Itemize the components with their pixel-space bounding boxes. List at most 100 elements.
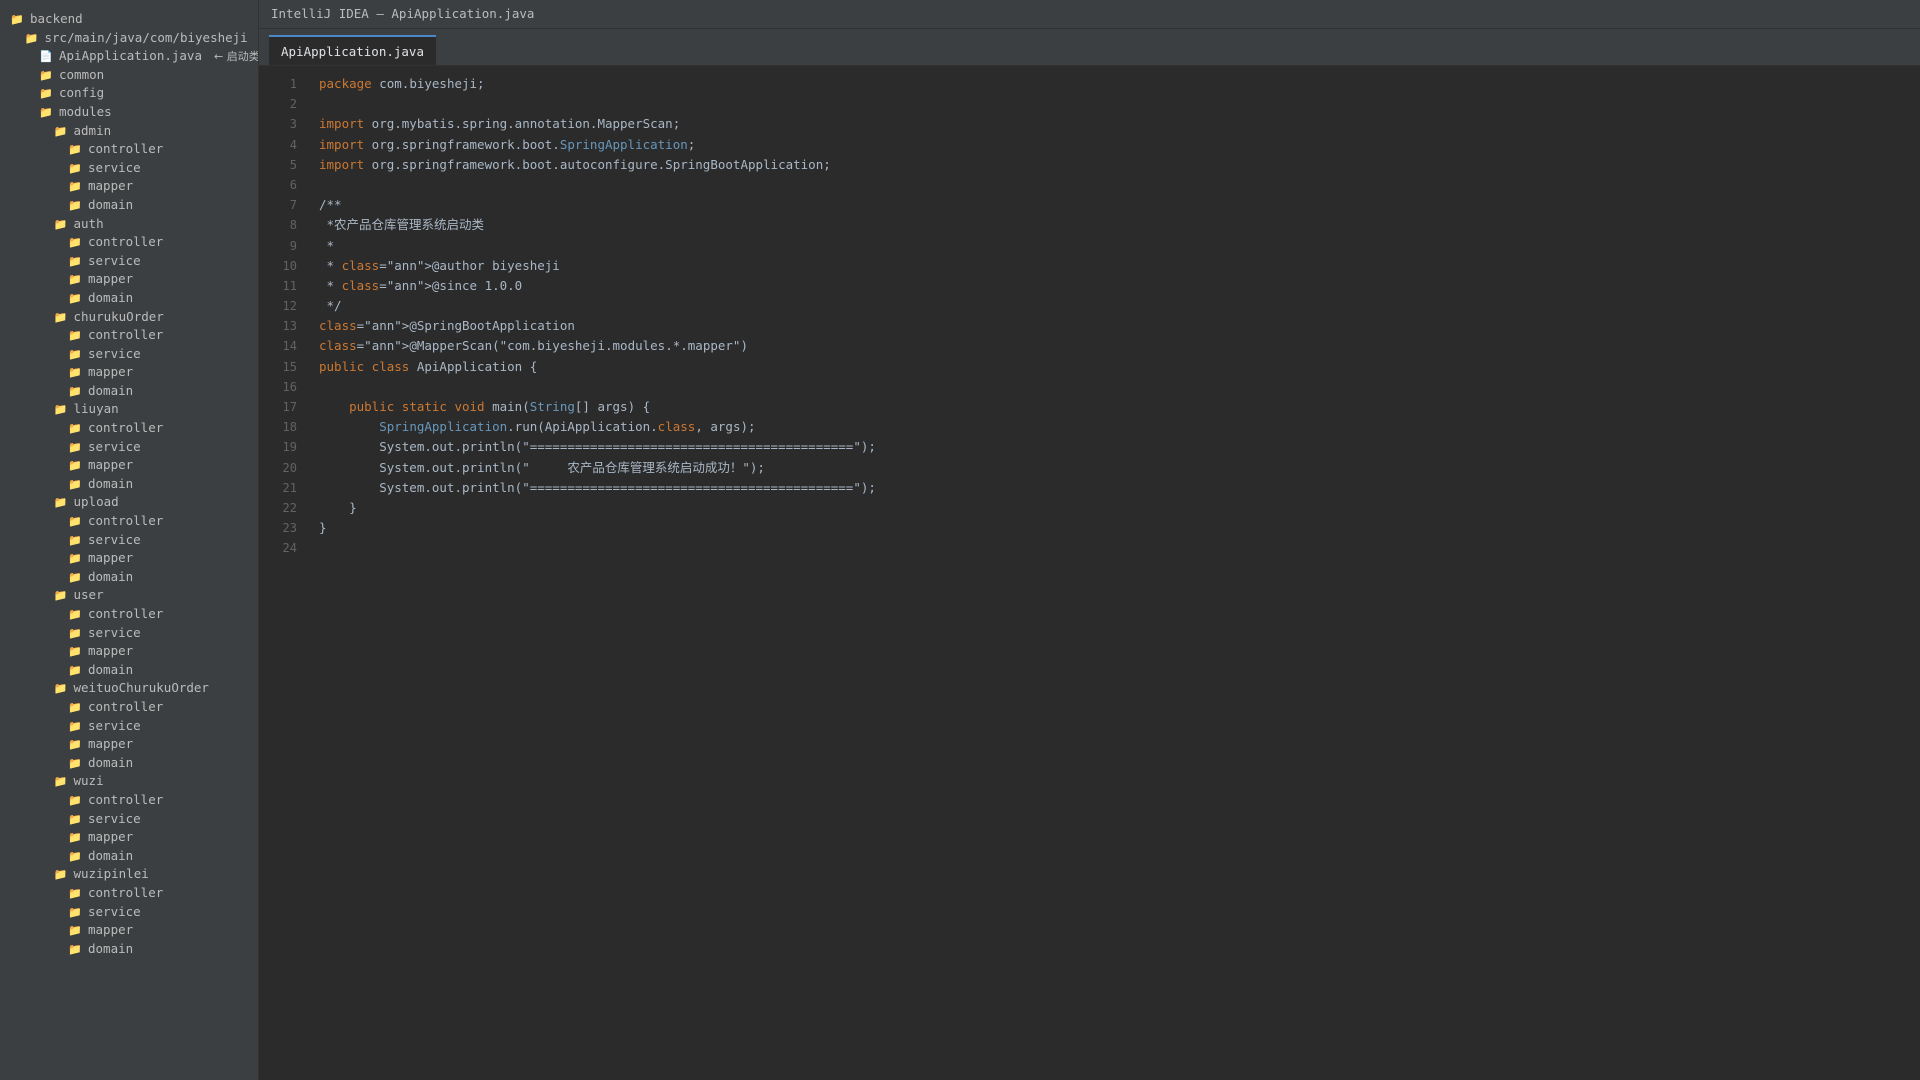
tree-item[interactable]: 📁 domain xyxy=(0,568,258,587)
tree-item[interactable]: 📁 service xyxy=(0,624,258,643)
tree-item[interactable]: 📁 service xyxy=(0,345,258,364)
code-line[interactable]: 13 class="ann">@SpringBootApplication xyxy=(259,316,1920,336)
tree-item[interactable]: 📁 domain xyxy=(0,382,258,401)
folder-icon: 📁 xyxy=(68,329,82,343)
tree-item[interactable]: 📁 domain xyxy=(0,940,258,959)
tree-item-label: controller xyxy=(88,141,164,157)
tree-item[interactable]: 📁 controller xyxy=(0,512,258,531)
tree-item[interactable]: 📁 service xyxy=(0,531,258,550)
code-line[interactable]: 10 * class="ann">@author biyesheji xyxy=(259,256,1920,276)
tree-item[interactable]: 📁 mapper xyxy=(0,456,258,475)
tree-item[interactable]: 📁 controller xyxy=(0,884,258,903)
code-line[interactable]: 23} xyxy=(259,518,1920,538)
code-line[interactable]: 6 xyxy=(259,175,1920,195)
tree-item[interactable]: 📁 controller xyxy=(0,326,258,345)
folder-icon: 📁 xyxy=(68,440,82,454)
code-line[interactable]: 1 package com.biyesheji; xyxy=(259,74,1920,94)
tree-item[interactable]: 📁 mapper xyxy=(0,549,258,568)
tree-item[interactable]: 📁 service xyxy=(0,903,258,922)
tree-item[interactable]: 📁 service xyxy=(0,252,258,271)
code-line[interactable]: 19 System.out.println("=================… xyxy=(259,437,1920,457)
tree-item[interactable]: 📁 service xyxy=(0,159,258,178)
code-line[interactable]: 14 class="ann">@MapperScan("com.biyesheji… xyxy=(259,336,1920,356)
code-line[interactable]: 21 System.out.println("=================… xyxy=(259,478,1920,498)
tree-item[interactable]: 📁 domain xyxy=(0,475,258,494)
tree-item[interactable]: 📁 wuzipinlei xyxy=(0,865,258,884)
tree-item[interactable]: 📁 wuzi xyxy=(0,772,258,791)
code-line[interactable]: 17 public static void main(String[] args… xyxy=(259,397,1920,417)
code-line[interactable]: 16 xyxy=(259,377,1920,397)
tree-item-note: ← 启动类 xyxy=(214,50,259,64)
tree-item[interactable]: 📁 backend xyxy=(0,10,258,29)
code-text: } xyxy=(297,518,327,538)
tree-item[interactable]: 📁 modules xyxy=(0,103,258,122)
tree-item[interactable]: 📁 mapper xyxy=(0,177,258,196)
tree-item[interactable]: 📁 config xyxy=(0,84,258,103)
code-line[interactable]: 12 */ xyxy=(259,296,1920,316)
tree-item-label: service xyxy=(88,717,141,733)
line-number: 6 xyxy=(289,177,297,192)
tree-item[interactable]: 📁 service xyxy=(0,810,258,829)
folder-icon: 📁 xyxy=(68,942,82,956)
tree-item[interactable]: 📁 weituoChurukuOrder xyxy=(0,679,258,698)
code-token: ; xyxy=(687,136,696,152)
line-number: 4 xyxy=(289,137,297,152)
code-line[interactable]: 11 * class="ann">@since 1.0.0 xyxy=(259,276,1920,296)
tree-item[interactable]: 📁 controller xyxy=(0,698,258,717)
code-line[interactable]: 2 xyxy=(259,94,1920,114)
code-line[interactable]: 22 } xyxy=(259,498,1920,518)
tree-item[interactable]: 📁 admin xyxy=(0,122,258,141)
code-line[interactable]: 3 import org.mybatis.spring.annotation.Ma… xyxy=(259,114,1920,134)
tree-item[interactable]: 📁 mapper xyxy=(0,828,258,847)
tree-item[interactable]: 📁 churukuOrder xyxy=(0,308,258,327)
tree-item[interactable]: 📁 mapper xyxy=(0,921,258,940)
tree-item[interactable]: 📁 domain xyxy=(0,847,258,866)
tree-item[interactable]: 📁 controller xyxy=(0,140,258,159)
tree-item[interactable]: 📁 service xyxy=(0,717,258,736)
tree-item[interactable]: 📁 auth xyxy=(0,215,258,234)
tree-item[interactable]: 📁 user xyxy=(0,586,258,605)
code-text: class="ann">@MapperScan("com.biyesheji.m… xyxy=(297,336,748,356)
code-token: *农产品仓库管理系统启动类 xyxy=(319,217,485,233)
tree-item[interactable]: 📁 domain xyxy=(0,196,258,215)
code-line[interactable]: 7 /** xyxy=(259,195,1920,215)
project-tree[interactable]: 📁 backend 📁 src/main/java/com/biyesheji 📄 Api… xyxy=(0,0,259,1080)
tree-item[interactable]: 📄 ApiApplication.java ← 启动类 xyxy=(0,47,258,66)
tree-item[interactable]: 📁 mapper xyxy=(0,735,258,754)
code-line[interactable]: 9 * xyxy=(259,236,1920,256)
tree-item[interactable]: 📁 upload xyxy=(0,493,258,512)
code-line[interactable]: 15 public class ApiApplication { xyxy=(259,357,1920,377)
code-line[interactable]: 24 xyxy=(259,538,1920,558)
code-token: .run(ApiApplication. xyxy=(507,419,658,435)
tree-item[interactable]: 📁 mapper xyxy=(0,642,258,661)
file-icon: 📄 xyxy=(39,50,53,64)
code-line[interactable]: 18 SpringApplication.run(ApiApplication.… xyxy=(259,417,1920,437)
tree-item[interactable]: 📁 service xyxy=(0,438,258,457)
tree-item[interactable]: 📁 controller xyxy=(0,419,258,438)
tree-item[interactable]: 📁 mapper xyxy=(0,270,258,289)
tree-item[interactable]: 📁 controller xyxy=(0,233,258,252)
tree-item[interactable]: 📁 common xyxy=(0,66,258,85)
tab-apiapplication[interactable]: ApiApplication.java xyxy=(269,35,436,65)
tree-item[interactable]: 📁 domain xyxy=(0,754,258,773)
code-line[interactable]: 4 import org.springframework.boot.SpringA… xyxy=(259,135,1920,155)
tree-item[interactable]: 📁 domain xyxy=(0,289,258,308)
code-line[interactable]: 5 import org.springframework.boot.autocon… xyxy=(259,155,1920,175)
tree-item[interactable]: 📁 src/main/java/com/biyesheji xyxy=(0,29,258,48)
code-text: * class="ann">@author biyesheji xyxy=(297,256,560,276)
code-token: org.springframework.boot. xyxy=(364,136,560,152)
tree-item[interactable]: 📁 liuyan xyxy=(0,400,258,419)
folder-icon: 📁 xyxy=(68,924,82,938)
tree-item[interactable]: 📁 mapper xyxy=(0,363,258,382)
tree-item-label: mapper xyxy=(88,457,134,473)
line-number: 17 xyxy=(282,400,297,414)
code-token: class xyxy=(657,419,696,435)
code-editor[interactable]: 1 package com.biyesheji; 2 3 import org.myba… xyxy=(259,66,1920,1080)
tree-item[interactable]: 📁 domain xyxy=(0,661,258,680)
code-line[interactable]: 8 *农产品仓库管理系统启动类 xyxy=(259,215,1920,235)
line-number: 1 xyxy=(289,77,297,91)
tree-item[interactable]: 📁 controller xyxy=(0,605,258,624)
tree-item[interactable]: 📁 controller xyxy=(0,791,258,810)
tree-item-label: auth xyxy=(73,215,104,231)
code-line[interactable]: 20 System.out.println(" 农产品仓库管理系统启动成功！")… xyxy=(259,458,1920,478)
